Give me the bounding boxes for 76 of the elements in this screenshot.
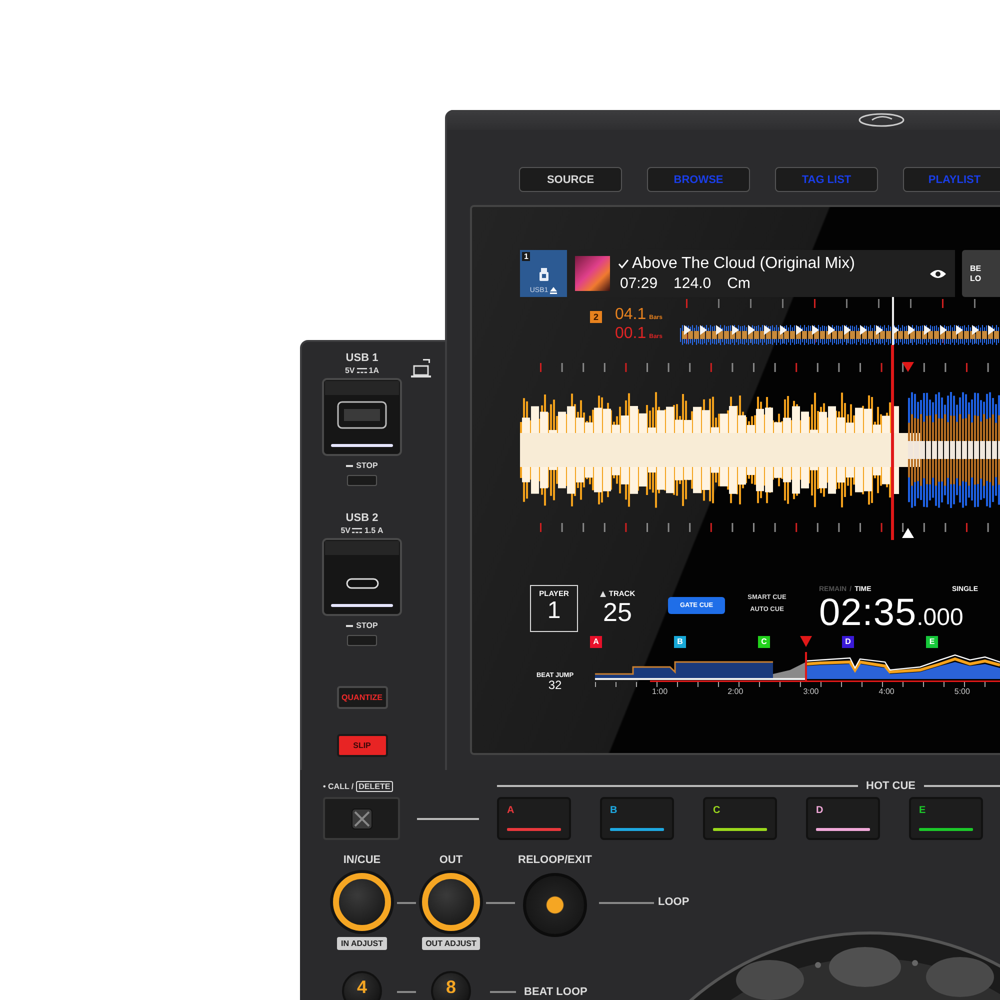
adjust-label: OUT ADJUST — [422, 937, 480, 950]
usb-c-port[interactable] — [322, 538, 402, 616]
logo-icon — [858, 113, 905, 127]
loop-button[interactable] — [422, 873, 480, 931]
cue-marker-icon — [902, 362, 914, 372]
dash-icon — [346, 624, 354, 626]
time-tick-label: 5:00 — [953, 687, 971, 696]
hot-cue-pad[interactable]: B — [600, 797, 674, 840]
beat-jump-value: 32 — [548, 679, 562, 692]
side-tab-text: LO — [970, 274, 982, 284]
side-tab-text: BE — [970, 264, 982, 274]
playhead-line — [805, 652, 807, 682]
hot-cue-marker: E — [926, 636, 938, 648]
time-fraction: .000 — [916, 604, 964, 632]
current-label: 1.5 A — [364, 526, 384, 535]
bar-count: 04.1 — [615, 307, 646, 323]
time-tick-label: 4:00 — [878, 687, 896, 696]
position-marker-icon — [902, 528, 914, 538]
slip-button[interactable]: SLIP — [336, 734, 388, 757]
call-label: • CALL / — [323, 782, 354, 790]
album-art-placeholder — [575, 256, 610, 291]
beat-loop-label: BEAT LOOP — [524, 985, 588, 1000]
menu-button[interactable]: SOURCE — [519, 167, 622, 192]
track-length: 07:29 — [620, 275, 658, 292]
dc-symbol-icon — [352, 528, 362, 534]
beat-loop-button[interactable]: 8 — [431, 971, 471, 1000]
usb-a-port[interactable] — [322, 378, 402, 456]
current-label: 1A — [368, 366, 380, 375]
loop-number-badge: 2 — [590, 311, 602, 323]
adjust-label: IN ADJUST — [337, 937, 387, 950]
check-icon — [618, 259, 629, 269]
voltage-label: 5V — [340, 526, 350, 535]
hot-cue-pad[interactable]: A — [497, 797, 571, 840]
hot-cue-label: HOT CUE — [866, 780, 916, 792]
voltage-label: 5V — [344, 366, 355, 375]
loop-button[interactable] — [333, 873, 391, 931]
track-number: 25 — [603, 598, 632, 626]
square-icon — [350, 808, 372, 830]
loop-button-label: IN/CUE — [343, 853, 381, 868]
dc-symbol-icon — [356, 368, 367, 374]
loop-label: LOOP — [658, 896, 690, 910]
side-panel-tab[interactable]: BE LO — [962, 250, 1000, 297]
track-title: Above The Cloud (Original Mix) — [632, 255, 855, 273]
hot-cue-pad[interactable]: E — [909, 797, 983, 840]
hot-cue-pad[interactable]: D — [806, 797, 880, 840]
loop-button-label: OUT — [439, 853, 463, 868]
bar-count: 00.1 — [615, 326, 646, 342]
time-tick-label: 3:00 — [802, 687, 820, 696]
quantize-button[interactable]: QUANTIZE — [336, 686, 388, 709]
deck-number: 1 — [522, 252, 530, 261]
stop-label: STOP — [356, 461, 378, 470]
stop-label: STOP — [356, 621, 378, 630]
hot-cue-marker: B — [674, 636, 686, 648]
playback-marker-icon — [800, 636, 812, 648]
port-label: USB 2 — [346, 512, 378, 524]
usb-drive-icon — [538, 268, 548, 280]
hot-cue-marker: A — [590, 636, 602, 648]
hot-cue-pad[interactable]: C — [703, 797, 777, 840]
time-tick-label: 1:00 — [651, 687, 669, 696]
dash-icon — [346, 464, 354, 466]
time-tick-label: 2:00 — [726, 687, 744, 696]
player-number: 1 — [547, 598, 561, 624]
track-key: Cm — [727, 275, 750, 292]
computer-icon — [411, 358, 431, 378]
hot-cue-marker: D — [842, 636, 854, 648]
loop-button-label: RELOOP/EXIT — [518, 853, 592, 868]
eye-icon — [930, 268, 946, 278]
delete-label: DELETE — [356, 780, 394, 792]
time-display: 02:35 — [819, 595, 917, 631]
triangle-icon — [600, 590, 606, 596]
beat-loop-button[interactable]: 4 — [342, 971, 382, 1000]
hot-cue-marker: C — [758, 636, 770, 648]
call-button[interactable] — [323, 797, 400, 840]
track-bpm: 124.0 — [674, 275, 712, 292]
port-label: USB 1 — [346, 352, 378, 364]
eject-icon — [550, 287, 558, 294]
